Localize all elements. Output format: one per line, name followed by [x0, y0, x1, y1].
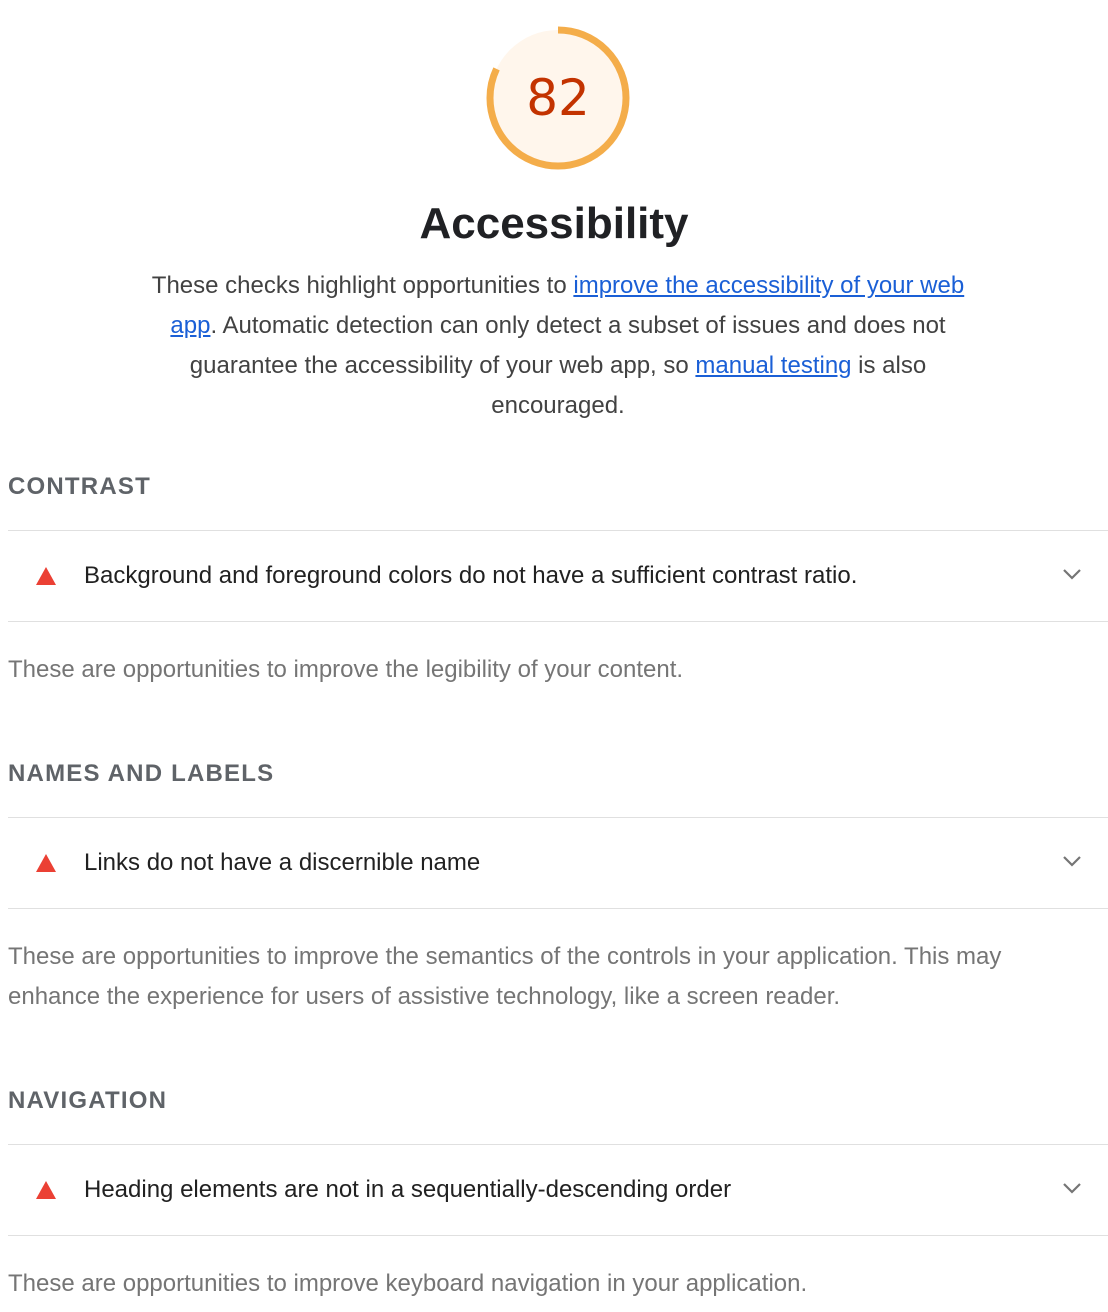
category-description: These checks highlight opportunities to …: [150, 266, 966, 426]
category-title: Accessibility: [419, 199, 689, 248]
description-text: These checks highlight opportunities to: [151, 272, 574, 299]
group-title-navigation: NAVIGATION: [8, 1087, 168, 1114]
score-value: 82: [526, 69, 590, 127]
warning-triangle-icon: [36, 1181, 56, 1199]
chevron-down-icon[interactable]: [1062, 567, 1082, 581]
audit-row-link-name[interactable]: Links do not have a discernible name: [8, 817, 1108, 909]
chevron-down-icon[interactable]: [1062, 1181, 1082, 1195]
audit-title: Heading elements are not in a sequential…: [84, 1176, 732, 1203]
audit-row-heading-order[interactable]: Heading elements are not in a sequential…: [8, 1144, 1108, 1236]
score-gauge: 82: [484, 24, 632, 172]
group-title-contrast: CONTRAST: [8, 473, 151, 500]
group-description-navigation: These are opportunities to improve keybo…: [8, 1270, 808, 1297]
warning-triangle-icon: [36, 567, 56, 585]
audit-row-color-contrast[interactable]: Background and foreground colors do not …: [8, 530, 1108, 622]
audit-title: Links do not have a discernible name: [84, 849, 481, 876]
manual-testing-link[interactable]: manual testing: [695, 352, 851, 379]
group-description-contrast: These are opportunities to improve the l…: [8, 656, 684, 683]
chevron-down-icon[interactable]: [1062, 854, 1082, 868]
group-description-names-labels: These are opportunities to improve the s…: [8, 943, 1002, 1010]
audit-title: Background and foreground colors do not …: [84, 562, 858, 589]
group-title-names-labels: NAMES AND LABELS: [8, 760, 275, 787]
warning-triangle-icon: [36, 854, 56, 872]
